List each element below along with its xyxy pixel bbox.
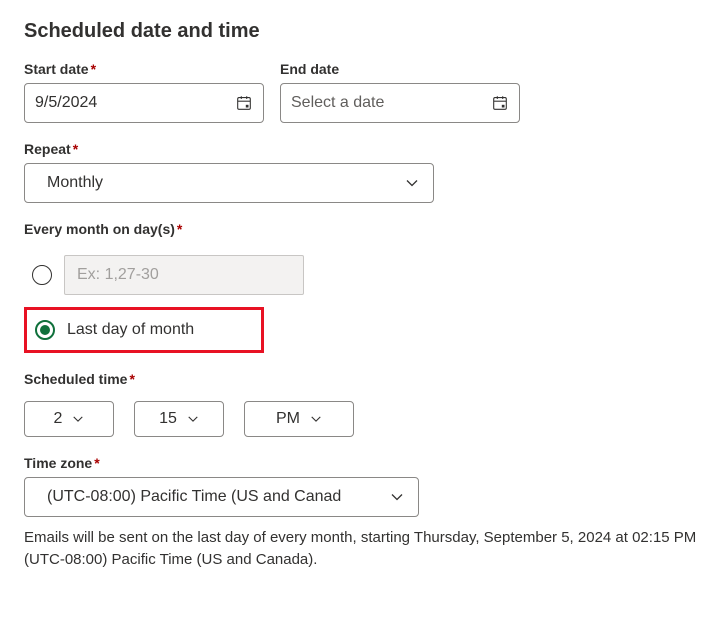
highlight-last-day: Last day of month xyxy=(24,307,264,353)
repeat-label: Repeat* xyxy=(24,141,434,157)
radio-last-day[interactable] xyxy=(35,320,55,340)
schedule-summary: Emails will be sent on the last day of e… xyxy=(24,527,703,571)
chevron-down-icon xyxy=(187,413,199,425)
specific-days-input[interactable]: Ex: 1,27-30 xyxy=(64,255,304,295)
ampm-value: PM xyxy=(276,410,300,428)
repeat-select[interactable]: Monthly xyxy=(24,163,434,203)
start-date-value: 9/5/2024 xyxy=(35,94,235,112)
minute-value: 15 xyxy=(159,410,177,428)
end-date-input[interactable]: Select a date xyxy=(280,83,520,123)
last-day-label: Last day of month xyxy=(67,321,194,339)
hour-value: 2 xyxy=(54,410,63,428)
start-date-input[interactable]: 9/5/2024 xyxy=(24,83,264,123)
minute-select[interactable]: 15 xyxy=(134,401,224,437)
end-date-placeholder: Select a date xyxy=(291,94,491,112)
end-date-label: End date xyxy=(280,61,520,77)
chevron-down-icon xyxy=(72,413,84,425)
month-days-label: Every month on day(s)* xyxy=(24,221,703,237)
repeat-value: Monthly xyxy=(39,174,103,192)
chevron-down-icon xyxy=(405,176,419,190)
scheduled-time-label: Scheduled time* xyxy=(24,371,703,387)
specific-days-placeholder: Ex: 1,27-30 xyxy=(77,266,159,284)
section-heading: Scheduled date and time xyxy=(24,20,703,43)
start-date-label: Start date* xyxy=(24,61,264,77)
timezone-select[interactable]: (UTC-08:00) Pacific Time (US and Canad xyxy=(24,477,419,517)
calendar-icon[interactable] xyxy=(491,94,509,112)
radio-specific-days[interactable] xyxy=(32,265,52,285)
chevron-down-icon xyxy=(310,413,322,425)
timezone-value: (UTC-08:00) Pacific Time (US and Canad xyxy=(39,488,341,506)
calendar-icon[interactable] xyxy=(235,94,253,112)
ampm-select[interactable]: PM xyxy=(244,401,354,437)
timezone-label: Time zone* xyxy=(24,455,419,471)
hour-select[interactable]: 2 xyxy=(24,401,114,437)
chevron-down-icon xyxy=(390,490,404,504)
